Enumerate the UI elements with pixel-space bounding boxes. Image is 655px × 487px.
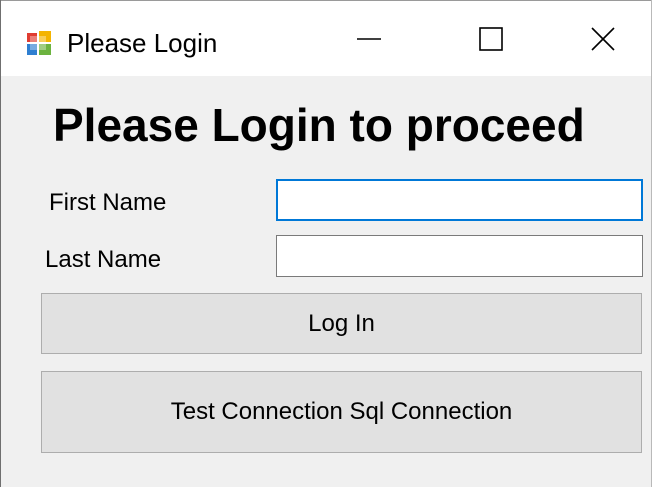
app-icon xyxy=(27,31,51,55)
close-button[interactable] xyxy=(553,1,651,77)
test-connection-button[interactable]: Test Connection Sql Connection xyxy=(41,371,642,453)
last-name-input[interactable] xyxy=(276,235,643,277)
title-bar[interactable]: Please Login xyxy=(1,0,651,76)
login-button[interactable]: Log In xyxy=(41,293,642,354)
test-connection-button-label: Test Connection Sql Connection xyxy=(170,398,513,425)
last-name-label: Last Name xyxy=(45,246,162,273)
minimize-button[interactable] xyxy=(319,1,419,77)
login-button-label: Log In xyxy=(308,309,375,337)
window-title: Please Login xyxy=(67,28,218,58)
minimize-icon xyxy=(357,38,381,40)
close-icon xyxy=(591,27,615,51)
login-window: Please Login Please Login to proceed Fir… xyxy=(0,0,652,487)
maximize-icon xyxy=(479,27,503,51)
first-name-label: First Name xyxy=(49,189,167,216)
maximize-button[interactable] xyxy=(441,1,541,77)
page-heading: Please Login to proceed xyxy=(53,99,585,151)
first-name-input[interactable] xyxy=(276,179,643,221)
